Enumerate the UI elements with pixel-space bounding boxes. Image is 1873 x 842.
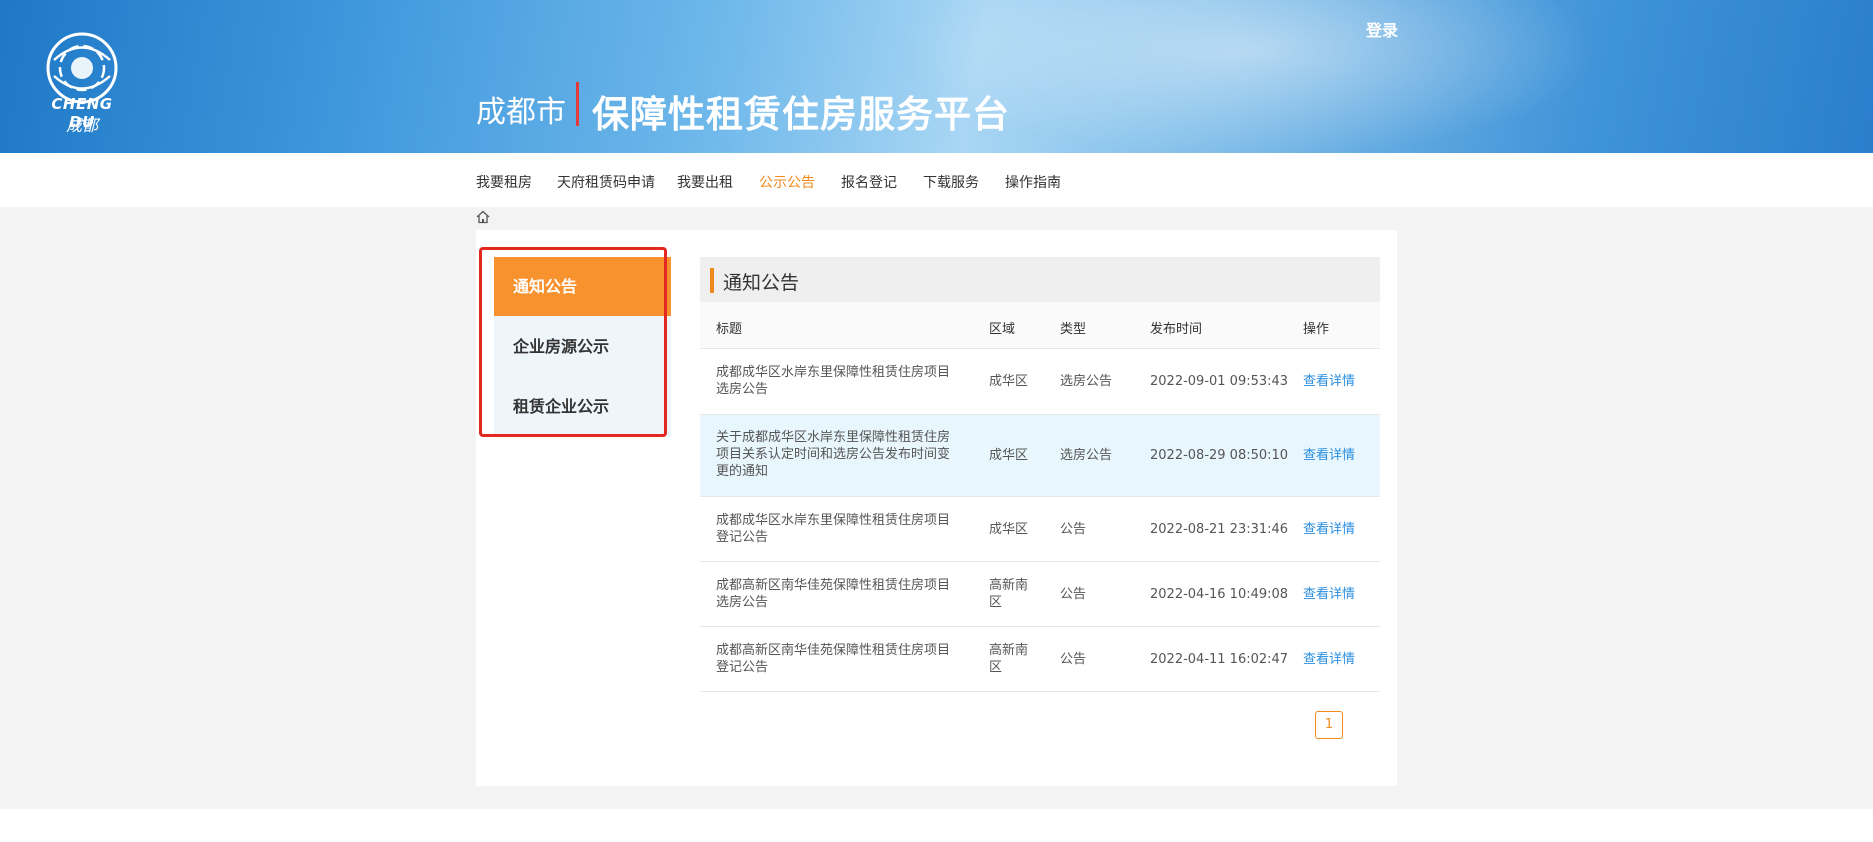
row-time: 2022-04-16 10:49:08 — [1150, 587, 1289, 602]
table-row: 成都成华区水岸东里保障性租赁住房项目登记公告 成华区 公告 2022-08-21… — [700, 497, 1380, 562]
home-icon[interactable] — [476, 210, 490, 224]
sidebar-item-enterprise-housing[interactable]: 企业房源公示 — [494, 317, 671, 376]
content-header-accent — [710, 268, 714, 293]
row-type: 选房公告 — [1060, 374, 1113, 389]
row-time: 2022-08-29 08:50:10 — [1150, 448, 1289, 463]
nav-item-lease-out[interactable]: 我要出租 — [677, 172, 733, 192]
row-type: 公告 — [1060, 587, 1087, 602]
row-type: 选房公告 — [1060, 448, 1113, 463]
site-city: 成都市 — [476, 95, 566, 130]
row-time: 2022-09-01 09:53:43 — [1150, 374, 1289, 389]
column-header-region: 区域 — [989, 322, 1016, 337]
row-type: 公告 — [1060, 652, 1087, 667]
row-title: 成都高新区南华佳苑保障性租赁住房项目登记公告 — [716, 643, 951, 675]
pagination-page-button[interactable]: 1 — [1315, 711, 1343, 739]
login-link[interactable]: 登录 — [1366, 17, 1398, 41]
row-title: 成都成华区水岸东里保障性租赁住房项目登记公告 — [716, 513, 951, 545]
row-region: 成华区 — [989, 374, 1029, 389]
row-region: 高新南区 — [989, 578, 1029, 610]
view-details-link[interactable]: 查看详情 — [1303, 521, 1355, 538]
sidebar-item-notices[interactable]: 通知公告 — [494, 257, 671, 316]
table-row: 成都高新区南华佳苑保障性租赁住房项目选房公告 高新南区 公告 2022-04-1… — [700, 562, 1380, 627]
nav-item-guide[interactable]: 操作指南 — [1005, 172, 1061, 192]
title-divider — [576, 82, 579, 126]
nav-item-rent-house[interactable]: 我要租房 — [476, 172, 532, 192]
table-row: 成都成华区水岸东里保障性租赁住房项目选房公告 成华区 选房公告 2022-09-… — [700, 349, 1380, 415]
table-row: 成都高新区南华佳苑保障性租赁住房项目登记公告 高新南区 公告 2022-04-1… — [700, 627, 1380, 692]
row-title: 成都高新区南华佳苑保障性租赁住房项目选房公告 — [716, 578, 951, 610]
nav-item-registration[interactable]: 报名登记 — [841, 172, 897, 192]
nav-item-announcements[interactable]: 公示公告 — [759, 172, 815, 192]
view-details-link[interactable]: 查看详情 — [1303, 586, 1355, 603]
view-details-link[interactable]: 查看详情 — [1303, 651, 1355, 668]
column-header-type: 类型 — [1060, 322, 1087, 337]
row-title: 关于成都成华区水岸东里保障性租赁住房项目关系认定时间和选房公告发布时间变更的通知 — [716, 430, 951, 479]
row-region: 高新南区 — [989, 643, 1029, 675]
row-title: 成都成华区水岸东里保障性租赁住房项目选房公告 — [716, 365, 951, 397]
view-details-link[interactable]: 查看详情 — [1303, 373, 1355, 390]
view-details-link[interactable]: 查看详情 — [1303, 447, 1355, 464]
row-time: 2022-08-21 23:31:46 — [1150, 522, 1289, 537]
sidebar-item-rental-enterprises[interactable]: 租赁企业公示 — [494, 377, 671, 436]
table-row: 关于成都成华区水岸东里保障性租赁住房项目关系认定时间和选房公告发布时间变更的通知… — [700, 415, 1380, 497]
content-title: 通知公告 — [723, 272, 800, 294]
nav-item-downloads[interactable]: 下载服务 — [923, 172, 979, 192]
column-header-title: 标题 — [716, 322, 743, 337]
row-time: 2022-04-11 16:02:47 — [1150, 652, 1289, 667]
nav-item-tianfu-code[interactable]: 天府租赁码申请 — [557, 172, 655, 192]
site-title: 保障性租赁住房服务平台 — [592, 93, 1010, 136]
column-header-action: 操作 — [1303, 322, 1330, 337]
table-header — [700, 302, 1380, 349]
content-header: 通知公告 — [700, 257, 1380, 302]
logo-subtext: 成都 — [65, 116, 98, 135]
row-region: 成华区 — [989, 448, 1029, 463]
column-header-time: 发布时间 — [1150, 322, 1203, 337]
row-type: 公告 — [1060, 522, 1087, 537]
row-region: 成华区 — [989, 522, 1029, 537]
